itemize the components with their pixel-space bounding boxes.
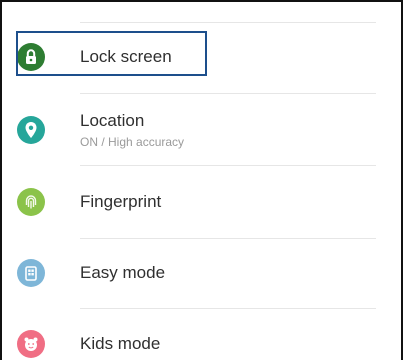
settings-item-title: Kids mode: [80, 334, 161, 353]
settings-panel: Lock screen Location ON / High accuracy: [0, 0, 403, 360]
settings-item-subtitle: ON / High accuracy: [80, 134, 185, 149]
settings-item-kids-mode[interactable]: Kids mode: [16, 327, 396, 361]
settings-item-fingerprint[interactable]: Fingerprint: [16, 185, 396, 219]
settings-item-title: Lock screen: [80, 47, 172, 66]
settings-item-lock-screen[interactable]: Lock screen: [16, 40, 396, 74]
settings-item-title: Location: [80, 110, 145, 130]
kids-mode-icon: [16, 329, 46, 359]
lock-screen-icon: [16, 42, 46, 72]
easy-mode-icon: [16, 258, 46, 288]
divider: [80, 238, 376, 239]
settings-item-title: Fingerprint: [80, 192, 162, 211]
location-pin-icon: [16, 115, 46, 145]
fingerprint-icon: [16, 187, 46, 217]
settings-item-title: Easy mode: [80, 263, 166, 282]
divider: [80, 93, 376, 94]
settings-item-easy-mode[interactable]: Easy mode: [16, 256, 396, 290]
divider: [80, 165, 376, 166]
divider-top: [80, 22, 376, 23]
settings-item-location[interactable]: Location ON / High accuracy: [16, 105, 396, 155]
divider: [80, 308, 376, 309]
